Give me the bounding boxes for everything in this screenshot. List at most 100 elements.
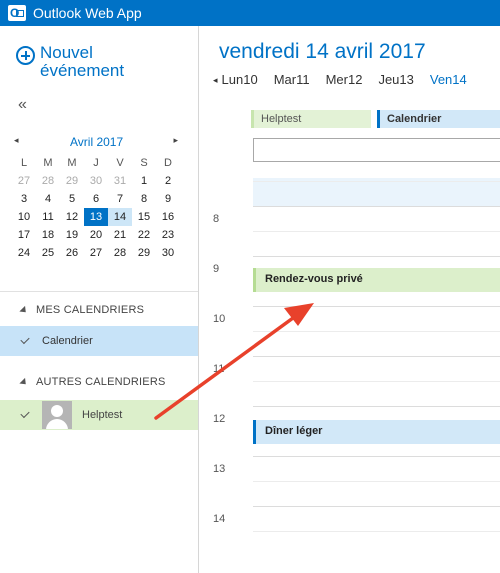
mini-calendar-day[interactable]: 29 [60,172,84,190]
mini-calendar-day[interactable]: 20 [84,226,108,244]
mini-calendar-day[interactable]: 21 [108,226,132,244]
mini-calendar-day[interactable]: 30 [156,244,180,262]
weekday-label: V [116,157,124,169]
mini-calendar-day[interactable]: 9 [156,190,180,208]
hour-line [253,456,500,457]
event-light-dinner[interactable]: Dîner léger [253,420,500,444]
half-hour-line [253,481,500,482]
next-month-icon[interactable]: ▸ [173,135,178,146]
new-event-label: Nouvel événement [40,43,125,80]
mini-calendar-day[interactable]: 29 [132,244,156,262]
outlook-logo-icon [8,5,26,21]
plus-icon [16,46,35,65]
hour-label: 12 [213,413,226,425]
calendar-header-helptest[interactable]: Helptest [251,110,371,128]
mini-calendar-day[interactable]: 4 [36,190,60,208]
weekday-label: S [140,157,148,169]
mini-calendar-day[interactable]: 5 [60,190,84,208]
prev-day-icon[interactable]: ◂ [213,72,218,88]
mini-calendar-day[interactable]: 12 [60,208,84,226]
mini-calendar-day[interactable]: 1 [132,172,156,190]
hour-slot[interactable]: 13 [199,456,500,506]
day-tab[interactable]: Mer12 [326,72,363,88]
mini-calendar-day[interactable]: 24 [12,244,36,262]
avatar-icon [42,401,72,429]
new-event-button[interactable]: Nouvel événement [16,44,150,80]
mini-calendar-day[interactable]: 15 [132,208,156,226]
mini-calendar-day[interactable]: 3 [12,190,36,208]
collapse-triangle-icon [19,305,29,315]
mini-calendar-day[interactable]: 28 [108,244,132,262]
hour-slot[interactable]: 11 [199,356,500,406]
mini-calendar-day[interactable]: 31 [108,172,132,190]
calendar-name: Helptest [82,409,123,421]
calendar-day-view: vendredi 14 avril 2017 ◂ Lun10 Mar11 Mer12… [198,26,500,573]
hour-line [253,206,500,207]
mini-calendar-day[interactable]: 14 [108,208,132,226]
my-calendars-section[interactable]: MES CALENDRIERS [0,296,198,324]
mini-calendar-day[interactable]: 13 [84,208,108,226]
mini-calendar-day[interactable]: 7 [108,190,132,208]
day-tab[interactable]: Ven14 [430,72,467,88]
half-hour-line [253,381,500,382]
hour-line [253,506,500,507]
weekday-label: D [164,157,172,169]
mini-calendar-day[interactable]: 6 [84,190,108,208]
mini-calendar-day[interactable]: 25 [36,244,60,262]
day-tab[interactable]: Lun10 [222,72,258,88]
calendar-name: Calendrier [42,335,93,347]
collapse-pane-button[interactable]: « [18,96,27,114]
mini-calendar-day[interactable]: 11 [36,208,60,226]
mini-calendar-day[interactable]: 18 [36,226,60,244]
mini-calendar-day[interactable]: 30 [84,172,108,190]
hour-slot[interactable]: 8 [199,206,500,256]
weekday-label: L [20,157,28,169]
checkmark-icon [20,334,30,345]
mini-calendar-day[interactable]: 27 [12,172,36,190]
all-day-slot[interactable] [253,138,500,162]
my-calendars-label: MES CALENDRIERS [36,304,145,316]
hour-slot[interactable]: 14 [199,506,500,556]
hour-slot[interactable]: 7 [199,178,500,206]
mini-calendar-day[interactable]: 27 [84,244,108,262]
half-hour-line [253,231,500,232]
event-private-appointment[interactable]: Rendez-vous privé [253,268,500,292]
hour-label: 9 [213,263,220,275]
half-hour-line [253,331,500,332]
mini-calendar-day[interactable]: 22 [132,226,156,244]
collapse-triangle-icon [19,377,29,387]
mini-calendar-day[interactable]: 26 [60,244,84,262]
mini-calendar-day[interactable]: 23 [156,226,180,244]
app-header: Outlook Web App [0,0,500,26]
time-grid[interactable]: 7 8 9 10 11 12 13 14 [199,178,500,573]
mini-calendar-day[interactable]: 10 [12,208,36,226]
checkmark-icon [20,408,30,419]
app-title: Outlook Web App [33,5,142,21]
weekday-label: J [93,157,99,169]
page-title: vendredi 14 avril 2017 [219,40,426,63]
mini-calendar-day[interactable]: 2 [156,172,180,190]
prev-month-icon[interactable]: ◂ [14,135,19,146]
mini-calendar-day[interactable]: 19 [60,226,84,244]
hour-line [253,256,500,257]
hour-slot[interactable]: 10 [199,306,500,356]
mini-calendar-day[interactable]: 16 [156,208,180,226]
mini-calendar-month[interactable]: Avril 2017 [70,135,123,149]
calendar-item-calendrier[interactable]: Calendrier [0,326,198,356]
calendar-item-helptest[interactable]: Helptest [0,400,198,430]
other-calendars-section[interactable]: AUTRES CALENDRIERS [0,368,198,396]
mini-calendar-header: ◂ Avril 2017 ▸ [14,135,184,151]
mini-calendar-day[interactable]: 8 [132,190,156,208]
divider [0,291,198,292]
off-hours-area [253,178,500,206]
day-tab[interactable]: Jeu13 [378,72,413,88]
left-pane: Nouvel événement « ◂ Avril 2017 ▸ L M M J V S… [0,26,198,573]
calendar-header-calendrier[interactable]: Calendrier [377,110,500,128]
hour-label: 8 [213,213,220,225]
weekday-label: M [43,157,53,169]
hour-line [253,406,500,407]
mini-calendar-day[interactable]: 28 [36,172,60,190]
mini-calendar-day[interactable]: 17 [12,226,36,244]
mini-calendar-grid: L M M J V S D 27 28 29 30 31 1 2 3 4 5 6 7 8 9 10 11 12 13 14 15 16… [12,154,180,262]
day-tab[interactable]: Mar11 [274,72,310,88]
